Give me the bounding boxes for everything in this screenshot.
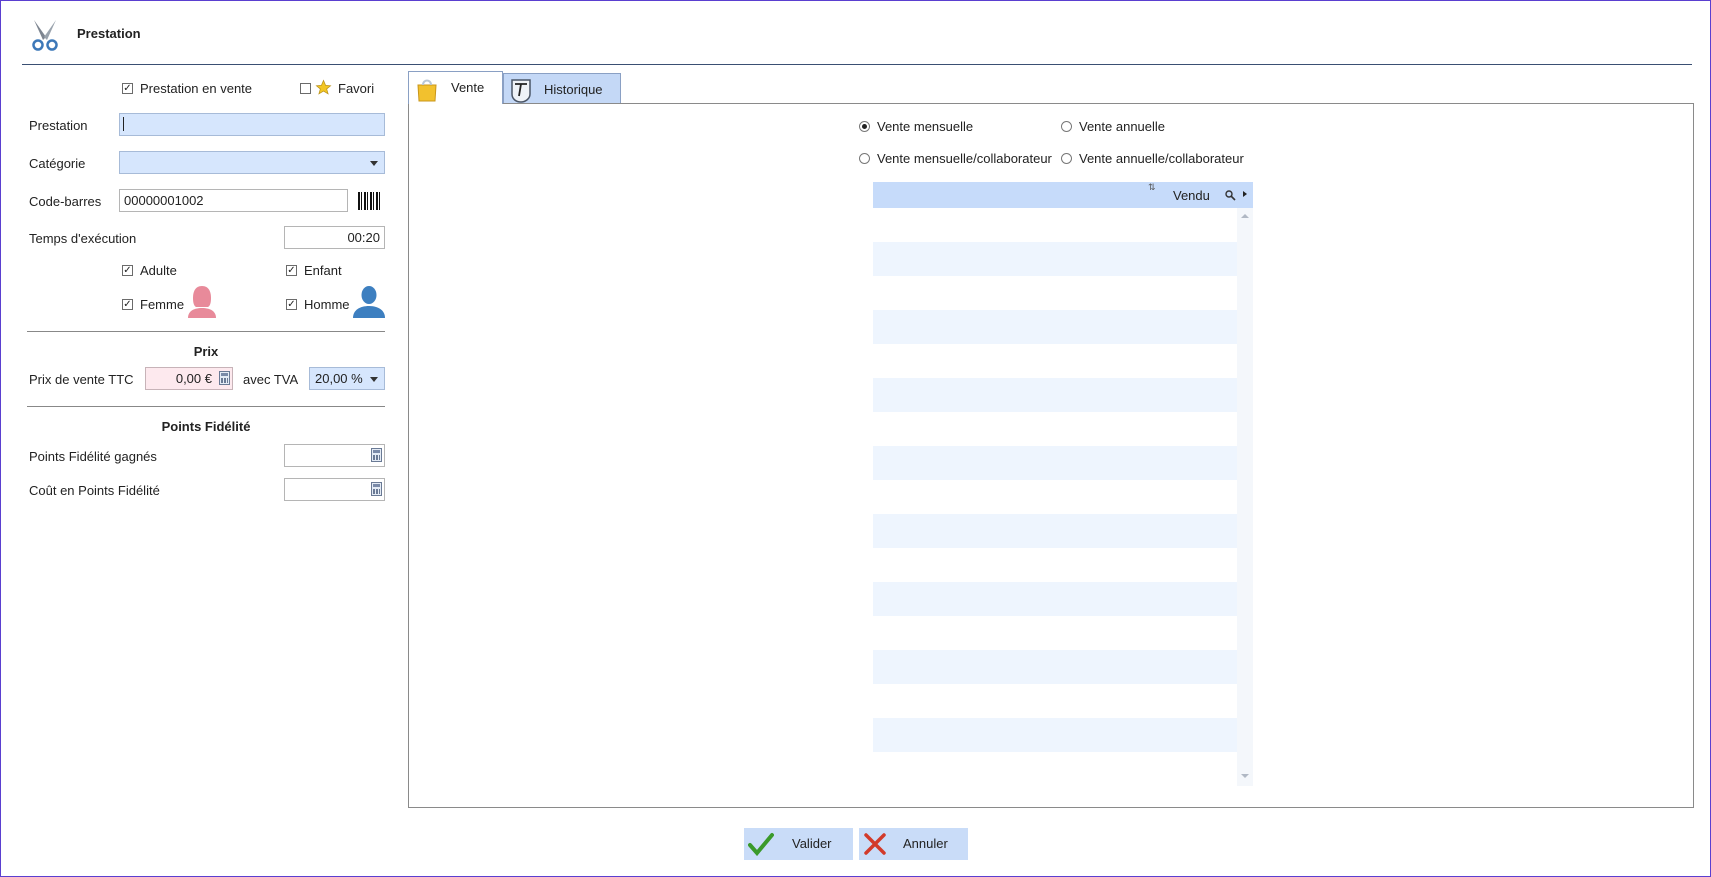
calculator-icon[interactable] (219, 371, 230, 385)
en-vente-label: Prestation en vente (140, 81, 253, 96)
valider-button[interactable]: Valider (744, 828, 853, 860)
scissors-icon (32, 20, 58, 51)
tab-historique[interactable]: Historique (503, 73, 621, 104)
favori-checkbox[interactable] (300, 83, 311, 94)
grid-row (873, 650, 1237, 684)
grid-column-vendu[interactable]: Vendu (1173, 188, 1210, 203)
grid-row (873, 514, 1237, 548)
grid-row (873, 378, 1237, 412)
grid-row (873, 718, 1237, 752)
codebarres-label: Code-barres (29, 194, 102, 209)
categorie-select[interactable] (119, 151, 385, 174)
fidelite-section-title: Points Fidélité (161, 419, 251, 434)
radio-vente-annuelle-collab-label: Vente annuelle/collaborateur (1079, 151, 1244, 166)
points-cout-input[interactable] (284, 478, 385, 501)
text-caret (123, 117, 124, 131)
radio-vente-annuelle[interactable] (1061, 121, 1072, 132)
adulte-label: Adulte (140, 263, 177, 278)
checkmark-icon (748, 833, 774, 856)
temps-input[interactable] (284, 226, 385, 249)
femme-label: Femme (140, 297, 185, 312)
chevron-down-icon (370, 377, 378, 382)
tva-select[interactable]: 20,00 % (309, 367, 385, 390)
grid-scrollbar[interactable] (1237, 208, 1253, 786)
prestation-label: Prestation (29, 118, 88, 133)
prix-section-title: Prix (193, 344, 219, 359)
adulte-checkbox[interactable]: ✓ (122, 265, 133, 276)
scroll-up-icon[interactable] (1241, 214, 1249, 218)
chevron-down-icon (370, 161, 378, 166)
history-icon (511, 79, 531, 103)
prix-divider (27, 331, 385, 332)
tab-vente-label: Vente (451, 80, 485, 95)
sort-handle-icon[interactable]: ⇅ (1148, 182, 1156, 193)
prestation-input[interactable] (119, 113, 385, 136)
en-vente-checkbox[interactable]: ✓ (122, 83, 133, 94)
grid-row (873, 242, 1237, 276)
annuler-label: Annuler (903, 836, 948, 851)
radio-vente-mensuelle-label: Vente mensuelle (877, 119, 974, 134)
homme-icon (353, 286, 385, 318)
grid-row (873, 446, 1237, 480)
radio-vente-mensuelle-collab[interactable] (859, 153, 870, 164)
femme-icon (188, 286, 216, 318)
close-icon (864, 833, 886, 855)
tva-label: avec TVA (243, 372, 299, 387)
points-cout-label: Coût en Points Fidélité (29, 483, 160, 498)
calculator-icon[interactable] (371, 482, 382, 496)
annuler-button[interactable]: Annuler (859, 828, 968, 860)
page-title: Prestation (77, 26, 141, 41)
tab-vente[interactable]: Vente (408, 71, 503, 104)
grid-header[interactable]: Vendu ⇅ (873, 182, 1253, 208)
points-gagnes-label: Points Fidélité gagnés (29, 449, 157, 464)
chevron-right-icon[interactable] (1243, 191, 1247, 197)
header-divider (22, 64, 1692, 65)
radio-vente-annuelle-collab[interactable] (1061, 153, 1072, 164)
tva-value: 20,00 % (315, 371, 363, 386)
categorie-label: Catégorie (29, 156, 86, 171)
radio-vente-mensuelle-collab-label: Vente mensuelle/collaborateur (877, 151, 1052, 166)
temps-label: Temps d'exécution (29, 231, 137, 246)
scroll-down-icon[interactable] (1241, 774, 1249, 778)
star-icon (315, 79, 332, 95)
enfant-label: Enfant (304, 263, 342, 278)
homme-checkbox[interactable]: ✓ (286, 299, 297, 310)
calculator-icon[interactable] (371, 448, 382, 462)
homme-label: Homme (304, 297, 350, 312)
enfant-checkbox[interactable]: ✓ (286, 265, 297, 276)
codebarres-input[interactable] (119, 189, 348, 212)
grid-row (873, 582, 1237, 616)
radio-vente-annuelle-label: Vente annuelle (1079, 119, 1166, 134)
femme-checkbox[interactable]: ✓ (122, 299, 133, 310)
favori-label: Favori (338, 81, 375, 96)
radio-vente-mensuelle[interactable] (859, 121, 870, 132)
shopping-bag-icon (417, 79, 437, 102)
valider-label: Valider (792, 836, 832, 851)
barcode-icon[interactable] (358, 192, 382, 210)
tab-historique-label: Historique (544, 82, 603, 97)
search-icon[interactable] (1225, 190, 1236, 201)
prix-ttc-label: Prix de vente TTC (29, 372, 134, 387)
fidelite-divider (27, 406, 385, 407)
grid-row (873, 310, 1237, 344)
points-gagnes-input[interactable] (284, 444, 385, 467)
